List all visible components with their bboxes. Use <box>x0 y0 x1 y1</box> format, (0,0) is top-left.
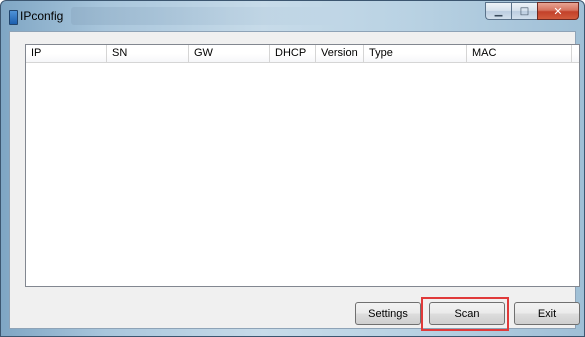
title-bar[interactable]: IPconfig ▁ □ ✕ <box>1 1 584 31</box>
window-title: IPconfig <box>20 9 64 23</box>
column-header-type[interactable]: Type <box>364 45 467 62</box>
exit-button[interactable]: Exit <box>514 302 580 325</box>
close-button[interactable]: ✕ <box>537 2 579 20</box>
ipconfig-window: IPconfig ▁ □ ✕ IP SN GW DHCP Version Typ… <box>0 0 585 337</box>
maximize-icon: □ <box>519 5 530 17</box>
settings-button[interactable]: Settings <box>355 302 421 325</box>
app-icon <box>9 10 18 25</box>
maximize-button[interactable]: □ <box>511 2 537 20</box>
list-header: IP SN GW DHCP Version Type MAC <box>26 45 579 63</box>
caption-buttons: ▁ □ ✕ <box>485 2 579 21</box>
column-header-sn[interactable]: SN <box>107 45 189 62</box>
client-area: IP SN GW DHCP Version Type MAC Settings … <box>9 31 580 331</box>
close-icon: ✕ <box>553 4 563 18</box>
window-bottom-border <box>1 329 584 337</box>
column-header-gw[interactable]: GW <box>189 45 270 62</box>
minimize-icon: ▁ <box>494 5 503 17</box>
title-bar-blur <box>71 7 341 25</box>
column-header-mac[interactable]: MAC <box>467 45 572 62</box>
scan-button[interactable]: Scan <box>429 302 505 325</box>
minimize-button[interactable]: ▁ <box>485 2 511 20</box>
column-header-dhcp[interactable]: DHCP <box>270 45 316 62</box>
column-header-ip[interactable]: IP <box>26 45 107 62</box>
device-list[interactable]: IP SN GW DHCP Version Type MAC <box>25 44 580 287</box>
column-header-version[interactable]: Version <box>316 45 364 62</box>
